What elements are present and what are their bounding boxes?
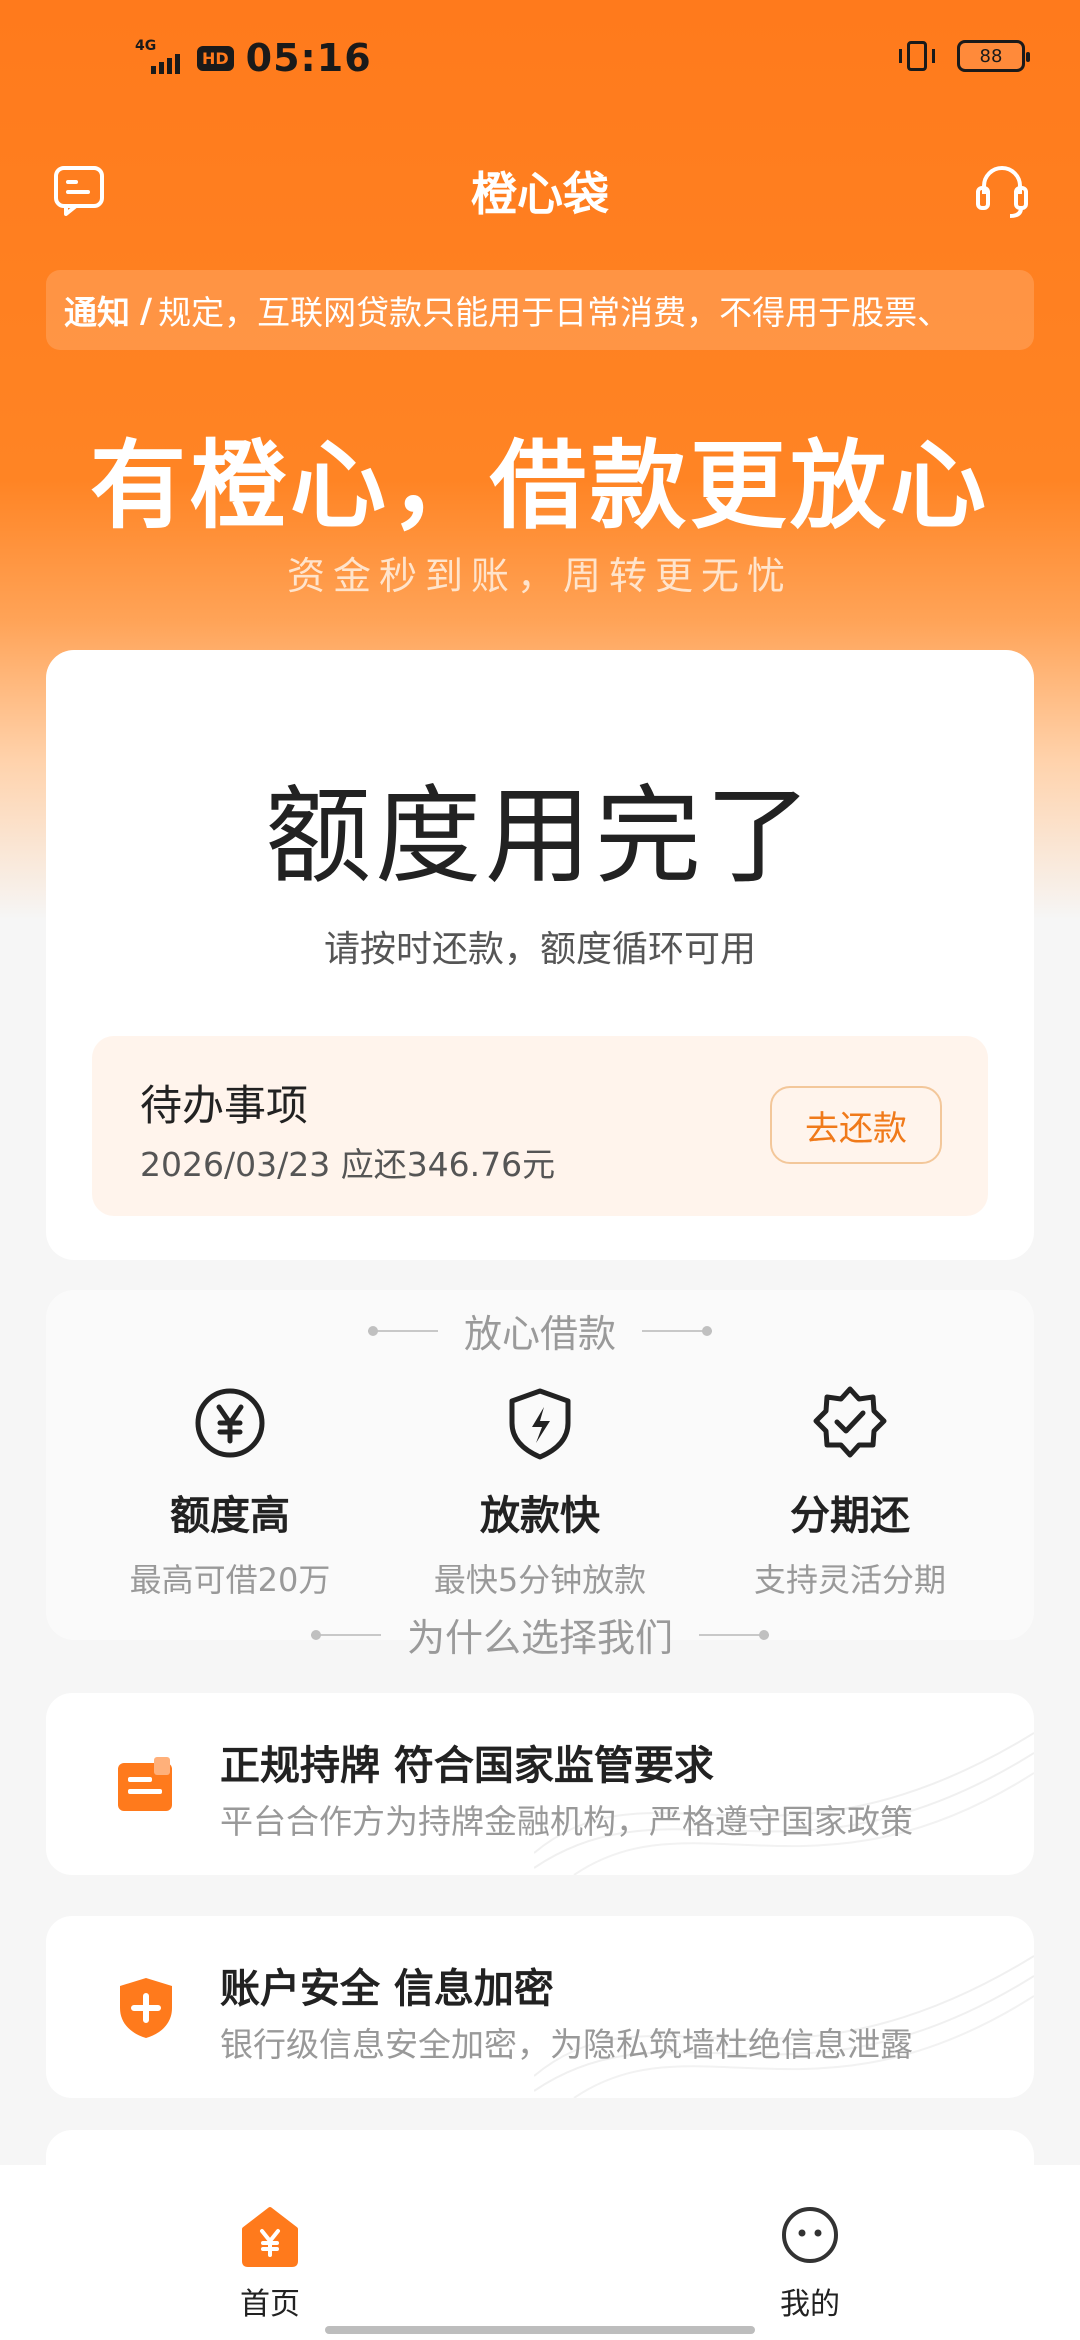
- todo-detail: 2026/03/23 应还346.76元: [140, 1145, 556, 1184]
- hd-badge: HD: [197, 45, 234, 71]
- tab-profile-label: 我的: [780, 2287, 840, 2322]
- tab-profile[interactable]: 我的: [710, 2205, 910, 2323]
- feature-title: 额度高: [170, 1493, 290, 1539]
- notice-tag: 通知: [64, 293, 130, 332]
- notice-text: 规定，互联网贷款只能用于日常消费，不得用于股票、: [158, 293, 951, 332]
- why-desc: 银行级信息安全加密，为隐私筑墙杜绝信息泄露: [220, 2025, 913, 2064]
- tab-home-label: 首页: [240, 2287, 300, 2322]
- app-header: 橙心袋: [0, 140, 1080, 240]
- lightning-shield-icon: [502, 1385, 578, 1461]
- feature-item-high-quota: 额度高 最高可借20万: [80, 1385, 380, 1601]
- notice-bar[interactable]: 通知 / 规定，互联网贷款只能用于日常消费，不得用于股票、: [46, 270, 1034, 350]
- banner-slogan: 有橙心，借款更放心: [90, 430, 990, 542]
- license-icon: [116, 1753, 176, 1817]
- features-heading: 放心借款: [0, 1303, 1080, 1358]
- yuan-icon: [192, 1385, 268, 1461]
- cellular-signal-icon: 4G: [135, 38, 185, 78]
- feature-title: 分期还: [790, 1493, 910, 1539]
- feature-desc: 最快5分钟放款: [433, 1561, 647, 1599]
- headset-icon[interactable]: [974, 160, 1030, 220]
- why-title: 正规持牌 符合国家监管要求: [220, 1743, 714, 1789]
- why-card-security[interactable]: 账户安全 信息加密 银行级信息安全加密，为隐私筑墙杜绝信息泄露: [46, 1916, 1034, 2098]
- why-card-licensed[interactable]: 正规持牌 符合国家监管要求 平台合作方为持牌金融机构，严格遵守国家政策: [46, 1693, 1034, 1875]
- home-icon: [240, 2205, 300, 2267]
- why-heading-label: 为什么选择我们: [406, 1616, 673, 1660]
- battery-level: 88: [979, 45, 1003, 67]
- profile-icon: [780, 2205, 840, 2267]
- vibrate-icon: [897, 41, 937, 71]
- quota-card: 额度用完了 请按时还款，额度循环可用 待办事项 2026/03/23 应还346…: [46, 650, 1034, 1260]
- home-indicator[interactable]: [325, 2326, 755, 2334]
- repay-button[interactable]: 去还款: [770, 1086, 942, 1164]
- todo-title: 待办事项: [140, 1081, 309, 1130]
- why-title: 账户安全 信息加密: [220, 1966, 554, 2012]
- features-heading-label: 放心借款: [463, 1312, 616, 1356]
- status-bar: 4G HD 05:16 88: [0, 0, 1080, 120]
- notice-separator: /: [140, 290, 153, 330]
- feature-title: 放款快: [480, 1493, 600, 1539]
- feature-desc: 最高可借20万: [129, 1561, 331, 1599]
- network-type-label: 4G: [135, 38, 157, 54]
- quota-status-title: 额度用完了: [265, 775, 815, 898]
- quota-status-subtitle: 请按时还款，额度循环可用: [323, 929, 756, 970]
- banner-subtitle: 资金秒到账，周转更无忧: [286, 554, 793, 598]
- check-badge-icon: [812, 1385, 888, 1461]
- feature-item-fast-loan: 放款快 最快5分钟放款: [390, 1385, 690, 1601]
- battery-icon: 88: [957, 40, 1030, 72]
- page-title: 橙心袋: [471, 167, 609, 221]
- security-shield-icon: [116, 1976, 176, 2040]
- why-heading: 为什么选择我们: [0, 1607, 1080, 1662]
- tab-home[interactable]: 首页: [170, 2205, 370, 2323]
- why-desc: 平台合作方为持牌金融机构，严格遵守国家政策: [220, 1802, 913, 1841]
- todo-panel: 待办事项 2026/03/23 应还346.76元 去还款: [92, 1036, 988, 1216]
- feature-item-installment: 分期还 支持灵活分期: [700, 1385, 1000, 1601]
- wave-decoration: [534, 1955, 1034, 2098]
- bottom-tab-bar: 首页 我的: [0, 2165, 1080, 2340]
- feature-desc: 支持灵活分期: [753, 1561, 946, 1599]
- status-time: 05:16: [245, 36, 372, 80]
